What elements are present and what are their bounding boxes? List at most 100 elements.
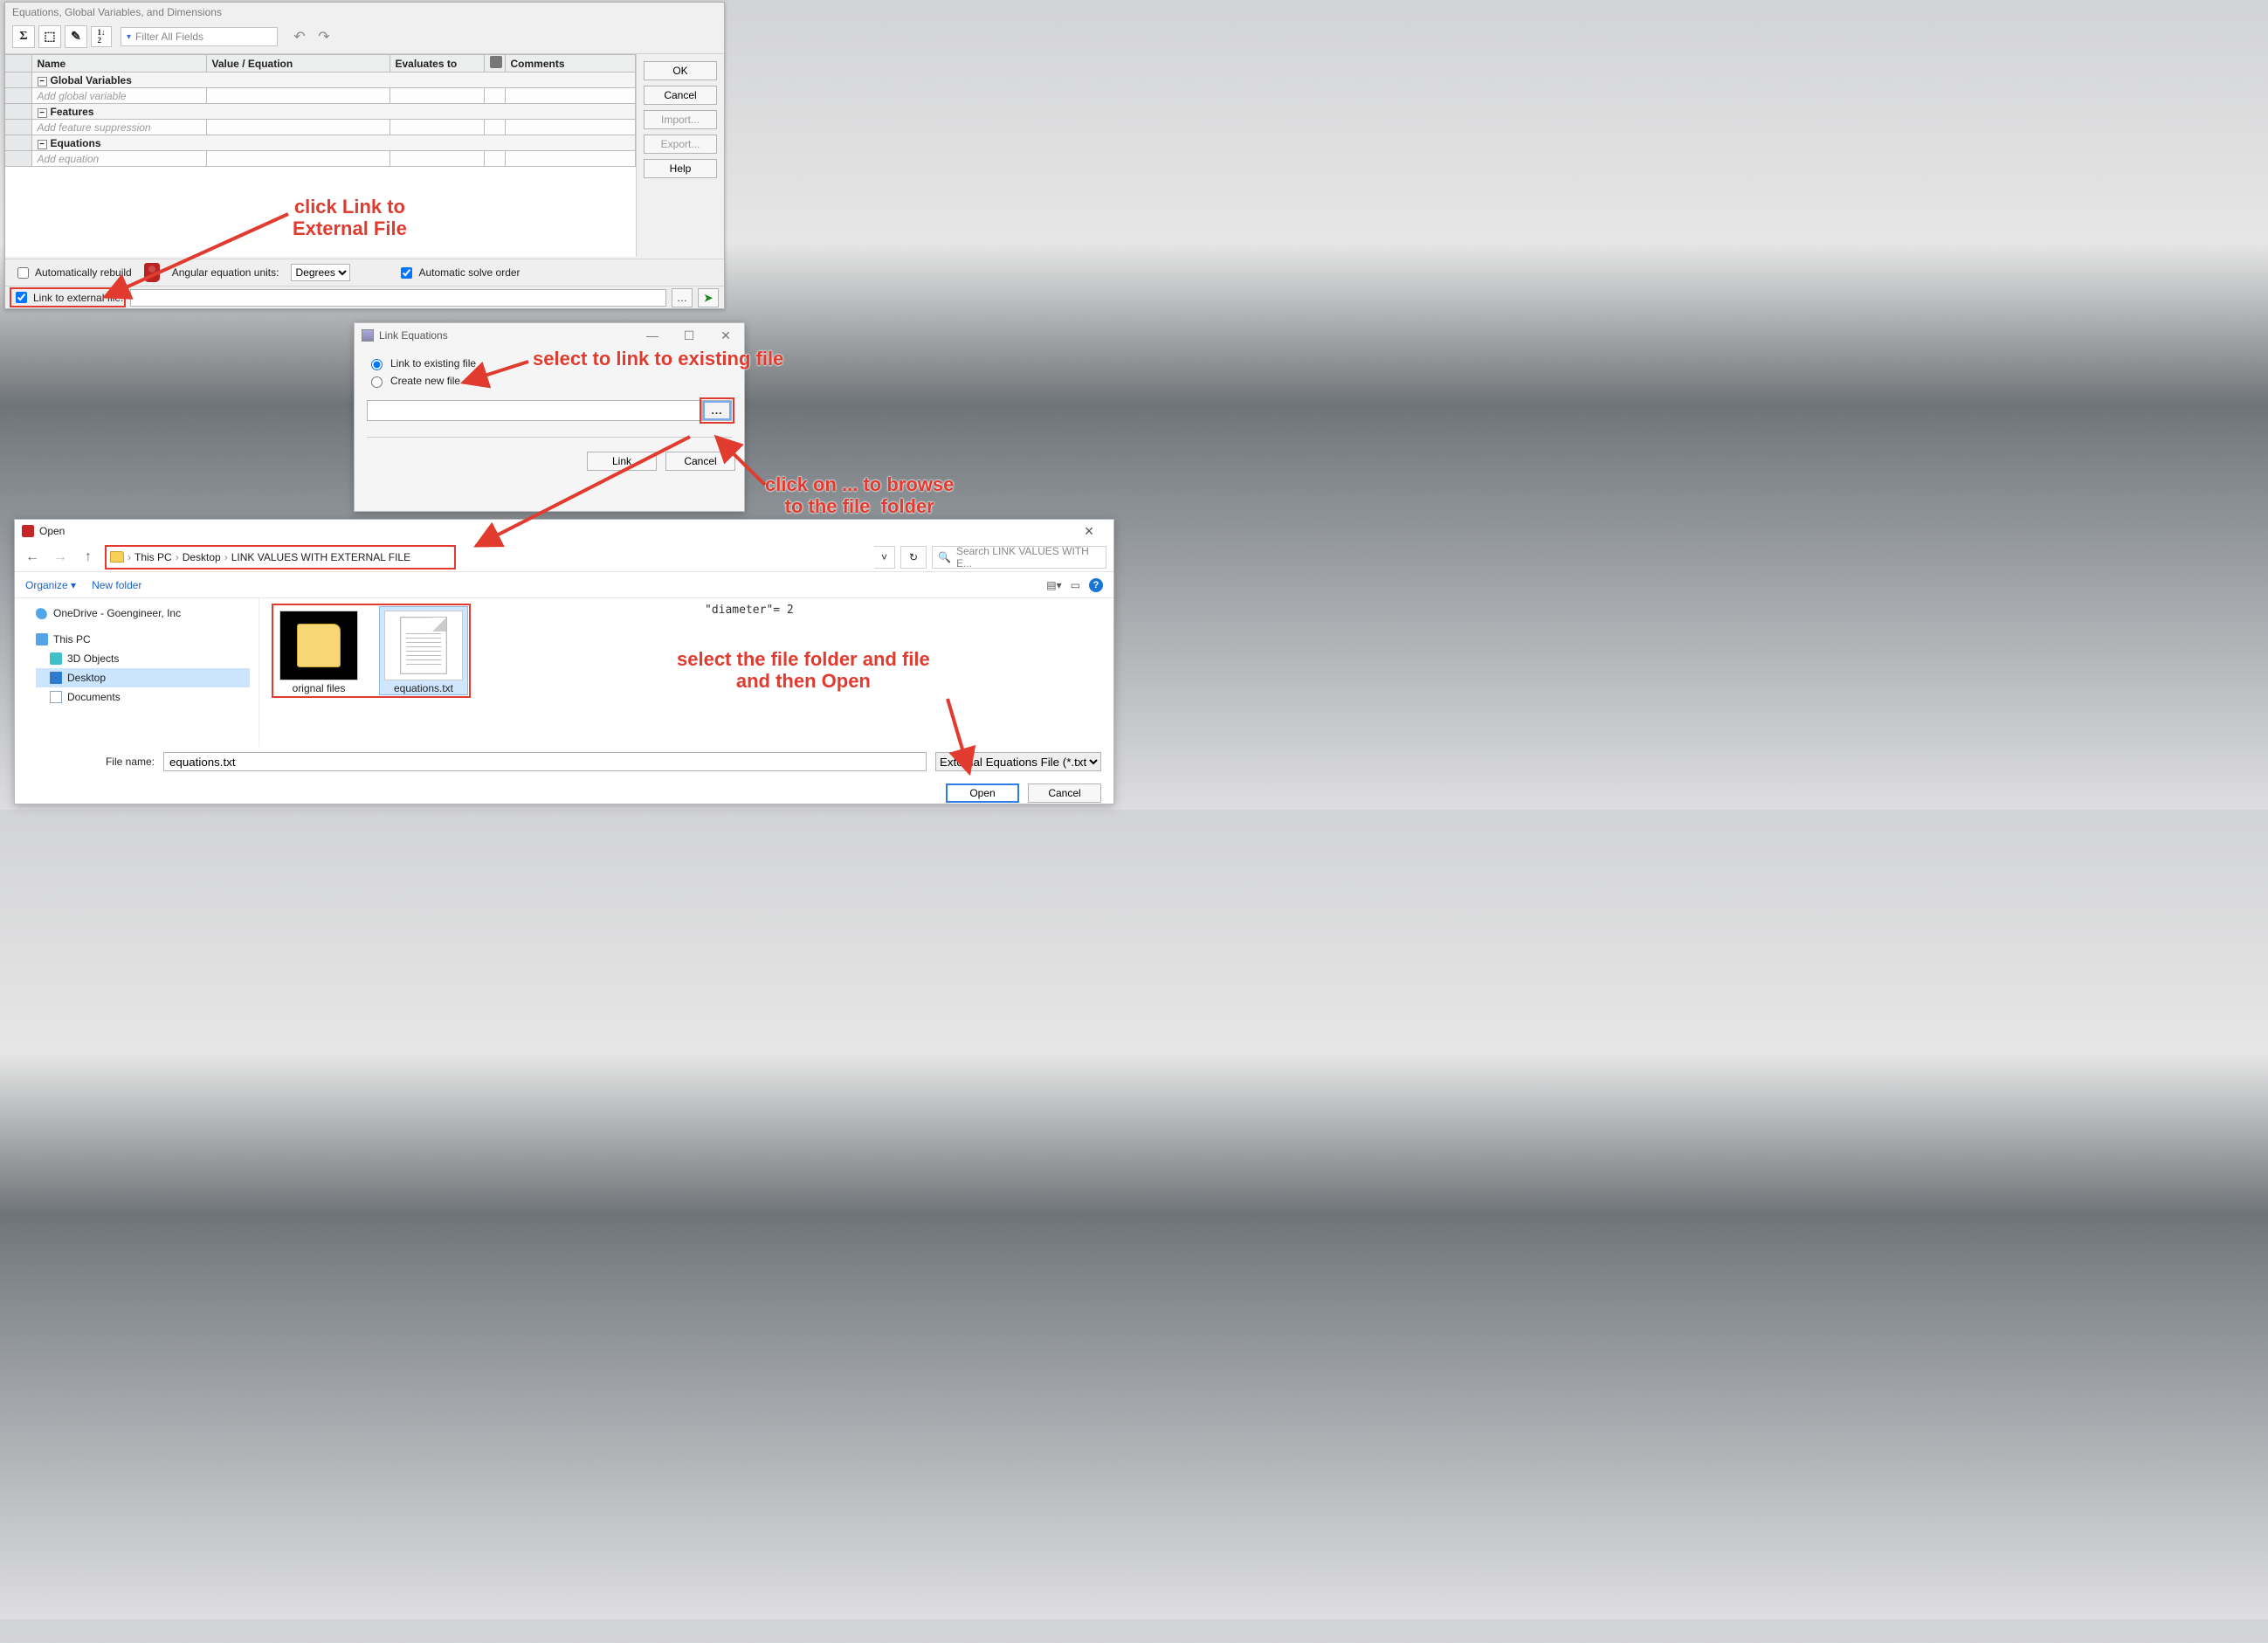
link-external-checkbox-area[interactable]: Link to external file: xyxy=(10,288,125,307)
tree-thispc[interactable]: This PC xyxy=(36,630,250,649)
address-dropdown[interactable]: ˅ xyxy=(874,546,895,569)
open-bottom-row: File name: External Equations File (*.tx… xyxy=(15,747,1113,780)
filter-field[interactable]: ▾ Filter All Fields xyxy=(121,27,278,46)
dimension-view-button[interactable]: ⬚ xyxy=(38,25,61,48)
section-globals: Global Variables xyxy=(51,74,132,86)
close-button[interactable]: × xyxy=(1072,522,1106,541)
filter-placeholder: Filter All Fields xyxy=(135,31,203,43)
link-button[interactable]: Link xyxy=(587,452,657,471)
folder-icon xyxy=(110,551,124,563)
collapse-icon[interactable]: − xyxy=(38,140,47,149)
app-icon xyxy=(362,329,374,342)
filename-input[interactable] xyxy=(163,752,927,771)
open-button[interactable]: Open xyxy=(946,784,1019,803)
txt-icon xyxy=(400,617,447,674)
maximize-button[interactable]: ☐ xyxy=(671,323,707,348)
up-button[interactable]: ↑ xyxy=(78,547,99,568)
file-folder[interactable]: orignal files xyxy=(275,607,362,694)
help-icon[interactable]: ? xyxy=(1089,578,1103,592)
new-folder-button[interactable]: New folder xyxy=(92,579,141,591)
filetype-select[interactable]: External Equations File (*.txt) xyxy=(935,752,1101,771)
crumb-desktop[interactable]: Desktop xyxy=(183,551,221,563)
file-equations-txt[interactable]: equations.txt xyxy=(380,607,467,694)
cancel-button[interactable]: Cancel xyxy=(665,452,735,471)
col-handle xyxy=(5,55,31,72)
link-external-row: Link to external file: … ➤ xyxy=(5,286,724,308)
col-status xyxy=(484,55,505,72)
close-button[interactable]: ✕ xyxy=(707,323,744,348)
equations-options-row: Automatically rebuild Angular equation u… xyxy=(5,259,724,286)
browse-button[interactable]: ... xyxy=(702,400,732,421)
nav-tree: OneDrive - Goengineer, Inc This PC 3D Ob… xyxy=(15,598,259,747)
col-eval: Evaluates to xyxy=(389,55,484,72)
equations-dialog: Equations, Global Variables, and Dimensi… xyxy=(4,2,725,309)
preview-pane-icon[interactable]: ▭ xyxy=(1071,579,1080,591)
cancel-button[interactable]: Cancel xyxy=(644,86,717,105)
export-button[interactable]: Export... xyxy=(644,135,717,154)
tree-3dobjects[interactable]: 3D Objects xyxy=(36,649,250,668)
back-button[interactable]: ← xyxy=(22,547,43,568)
link-existing-radio[interactable] xyxy=(371,359,383,370)
sketch-view-button[interactable]: ✎ xyxy=(65,25,87,48)
file-txt-label: equations.txt xyxy=(380,682,467,694)
link-equations-title: Link Equations xyxy=(379,329,448,342)
crumb-folder[interactable]: LINK VALUES WITH EXTERNAL FILE xyxy=(231,551,410,563)
folder-icon xyxy=(297,624,341,667)
open-title: Open xyxy=(39,525,65,537)
browse-path-button[interactable]: … xyxy=(672,288,693,307)
status-icon xyxy=(490,56,502,68)
angular-units-select[interactable]: Degrees xyxy=(291,264,350,281)
solidworks-icon xyxy=(22,525,34,537)
ok-button[interactable]: OK xyxy=(644,61,717,80)
sigma-button[interactable]: Σ xyxy=(12,25,35,48)
add-feature-placeholder[interactable]: Add feature suppression xyxy=(31,120,206,135)
auto-solve-option[interactable]: Automatic solve order xyxy=(397,265,520,281)
annotation-3: click on ... to browse to the file folde… xyxy=(765,473,954,518)
col-value: Value / Equation xyxy=(206,55,389,72)
tree-documents[interactable]: Documents xyxy=(36,687,250,707)
link-external-checkbox[interactable] xyxy=(16,292,27,303)
add-global-placeholder[interactable]: Add global variable xyxy=(31,88,206,104)
cancel-button[interactable]: Cancel xyxy=(1028,784,1101,803)
refresh-button[interactable]: ↻ xyxy=(900,546,927,569)
dialog-side-buttons: OK Cancel Import... Export... Help xyxy=(637,54,724,257)
import-button[interactable]: Import... xyxy=(644,110,717,129)
angular-label: Angular equation units: xyxy=(172,266,279,279)
collapse-icon[interactable]: − xyxy=(38,108,47,118)
col-name: Name xyxy=(31,55,206,72)
minimize-button[interactable]: ― xyxy=(634,323,671,348)
tree-desktop[interactable]: Desktop xyxy=(36,668,250,687)
filename-label: File name: xyxy=(102,756,155,768)
open-path-button[interactable]: ➤ xyxy=(698,288,719,307)
auto-rebuild-option[interactable]: Automatically rebuild xyxy=(14,265,132,281)
open-toolbar: Organize ▾ New folder ▤▾ ▭ ? xyxy=(15,572,1113,598)
crumb-thispc[interactable]: This PC xyxy=(134,551,172,563)
auto-solve-checkbox[interactable] xyxy=(401,267,412,279)
link-external-label: Link to external file: xyxy=(33,292,123,304)
collapse-icon[interactable]: − xyxy=(38,77,47,86)
undo-button[interactable]: ↶ xyxy=(290,27,309,46)
add-equation-placeholder[interactable]: Add equation xyxy=(31,151,206,167)
annotation-4: select the file folder and file and then… xyxy=(677,648,930,693)
forward-button[interactable]: → xyxy=(50,547,71,568)
search-input[interactable]: 🔍Search LINK VALUES WITH E... xyxy=(932,546,1106,569)
warn-icon xyxy=(144,263,160,282)
open-nav: ← → ↑ ›This PC ›Desktop ›LINK VALUES WIT… xyxy=(15,542,1113,572)
equations-toolbar: Σ ⬚ ✎ 1↓2 ▾ Filter All Fields ↶ ↷ xyxy=(5,22,724,54)
address-bar[interactable]: ›This PC ›Desktop ›LINK VALUES WITH EXTE… xyxy=(106,546,455,569)
annotation-2: select to link to existing file xyxy=(533,348,783,369)
help-button[interactable]: Help xyxy=(644,159,717,178)
tree-onedrive[interactable]: OneDrive - Goengineer, Inc xyxy=(36,604,250,623)
organize-menu[interactable]: Organize ▾ xyxy=(25,579,76,591)
create-new-option[interactable]: Create new file xyxy=(367,372,732,390)
sort-button[interactable]: 1↓2 xyxy=(91,26,112,47)
section-features: Features xyxy=(51,106,94,118)
auto-rebuild-checkbox[interactable] xyxy=(17,267,29,279)
open-titlebar: Open × xyxy=(15,520,1113,542)
create-new-radio[interactable] xyxy=(371,376,383,388)
view-large-icon[interactable]: ▤▾ xyxy=(1046,579,1061,591)
link-external-path[interactable] xyxy=(130,289,666,307)
search-icon: 🔍 xyxy=(938,551,951,563)
link-path-input[interactable] xyxy=(367,400,702,421)
redo-button[interactable]: ↷ xyxy=(314,27,334,46)
